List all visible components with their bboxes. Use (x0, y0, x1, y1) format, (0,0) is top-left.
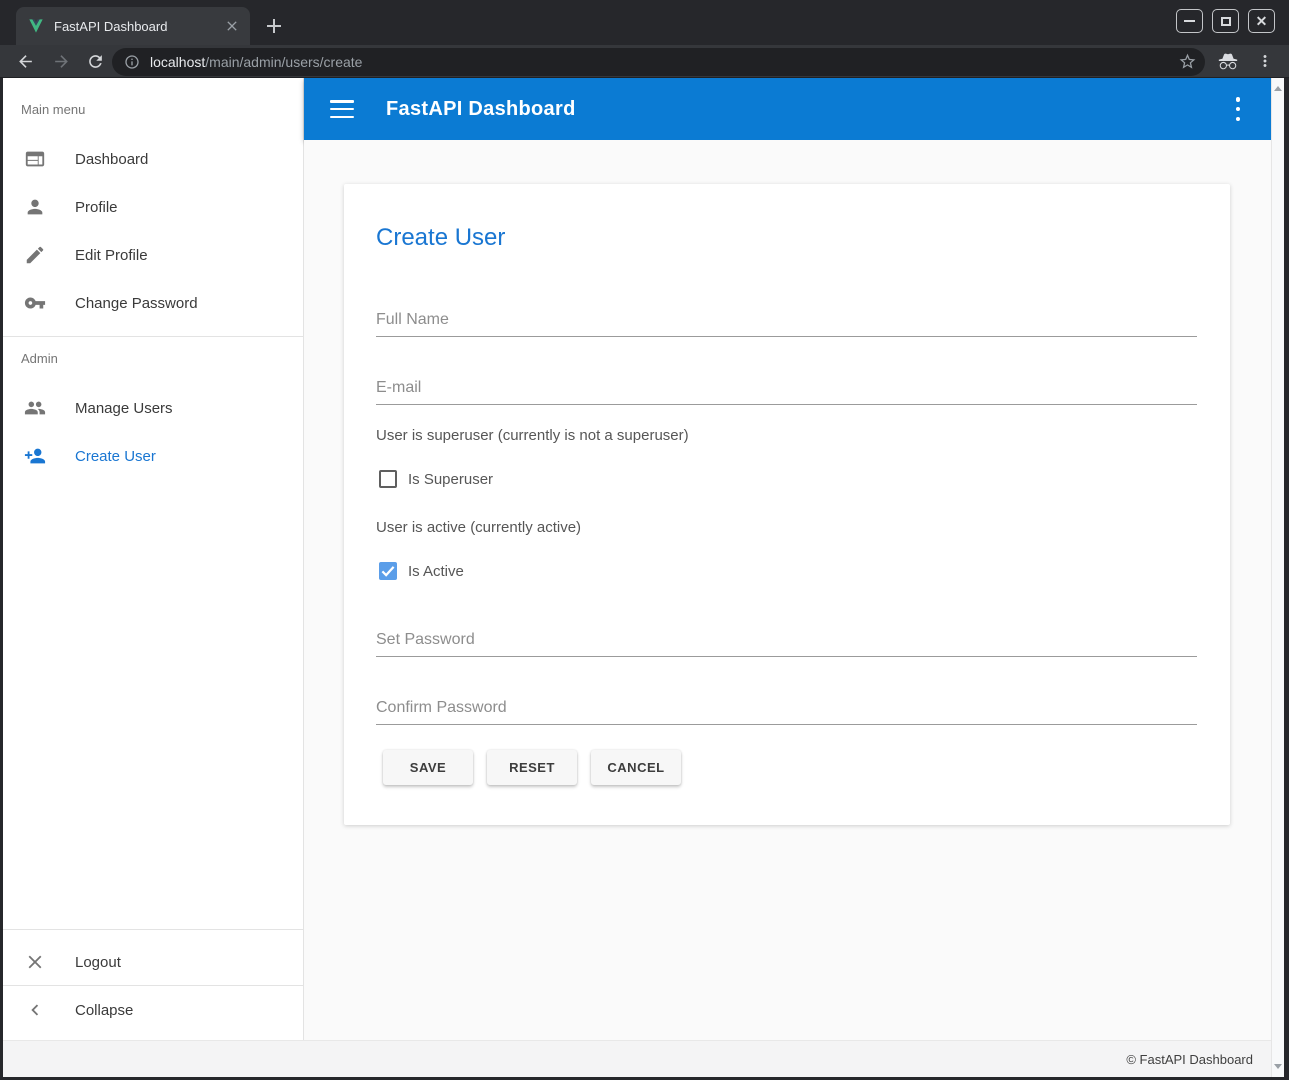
sidebar-item-collapse[interactable]: Collapse (3, 986, 303, 1034)
sidebar-item-profile[interactable]: Profile (3, 183, 303, 231)
sidebar-divider (3, 336, 303, 337)
sidebar-item-dashboard[interactable]: Dashboard (3, 135, 303, 183)
bookmark-star-icon[interactable] (1178, 52, 1197, 71)
window-minimize-button[interactable] (1176, 9, 1203, 33)
is-superuser-label: Is Superuser (408, 471, 493, 488)
sidebar-item-label: Change Password (75, 295, 198, 312)
active-hint: User is active (currently active) (376, 519, 581, 536)
sidebar-item-label: Collapse (75, 1002, 133, 1019)
site-info-icon[interactable] (124, 54, 140, 70)
app-menu-kebab-icon[interactable] (1235, 97, 1241, 121)
key-icon (24, 292, 46, 314)
cancel-button[interactable]: CANCEL (591, 750, 681, 785)
scroll-up-arrow-icon[interactable] (1274, 86, 1282, 91)
page-title: Create User (376, 224, 505, 252)
save-button[interactable]: SAVE (383, 750, 473, 785)
browser-tab-strip: FastAPI Dashboard ✕ (0, 0, 1289, 45)
page-footer: © FastAPI Dashboard (3, 1040, 1271, 1077)
browser-window: FastAPI Dashboard ✕ localhost/main/admin… (0, 0, 1289, 1080)
person-icon (24, 196, 46, 218)
url-path: /main/admin/users/create (205, 54, 362, 70)
sidebar-item-label: Manage Users (75, 400, 173, 417)
sidebar-item-logout[interactable]: Logout (3, 938, 303, 986)
browser-tab[interactable]: FastAPI Dashboard (16, 7, 250, 45)
close-icon: ✕ (1256, 14, 1268, 28)
window-controls: ✕ (1176, 9, 1275, 33)
dashboard-icon (24, 148, 46, 170)
window-close-button[interactable]: ✕ (1248, 9, 1275, 33)
sidebar: Main menu Dashboard Profile Edit Profile (3, 78, 304, 1040)
page-scrollbar[interactable] (1271, 78, 1284, 1077)
chevron-left-icon (24, 999, 46, 1021)
pencil-icon (24, 244, 46, 266)
email-input[interactable] (376, 371, 1197, 405)
browser-menu-icon[interactable] (1256, 52, 1274, 70)
sidebar-item-label: Logout (75, 954, 121, 971)
sidebar-item-change-password[interactable]: Change Password (3, 279, 303, 327)
sidebar-section-main-menu: Main menu (21, 102, 85, 117)
confirm-password-input[interactable] (376, 691, 1197, 725)
is-superuser-checkbox[interactable] (379, 470, 397, 488)
sidebar-item-label: Profile (75, 199, 118, 216)
app-title: FastAPI Dashboard (386, 98, 576, 121)
menu-hamburger-icon[interactable] (330, 100, 354, 118)
forward-icon[interactable] (52, 52, 71, 71)
incognito-icon[interactable] (1216, 50, 1240, 72)
new-tab-button[interactable] (262, 14, 286, 38)
reset-button[interactable]: RESET (487, 750, 577, 785)
copyright-text: © FastAPI Dashboard (1126, 1052, 1253, 1067)
is-superuser-checkbox-row: Is Superuser (379, 470, 493, 488)
tab-title: FastAPI Dashboard (54, 19, 224, 34)
sidebar-item-manage-users[interactable]: Manage Users (3, 384, 303, 432)
app-bar: FastAPI Dashboard (304, 78, 1271, 140)
sidebar-item-label: Dashboard (75, 151, 148, 168)
tab-close-icon[interactable] (224, 18, 240, 34)
url-text: localhost/main/admin/users/create (150, 54, 362, 70)
full-name-input[interactable] (376, 303, 1197, 337)
sidebar-section-admin: Admin (21, 351, 58, 366)
back-icon[interactable] (16, 52, 35, 71)
create-user-card: Create User User is superuser (currently… (344, 184, 1230, 825)
sidebar-item-label: Create User (75, 448, 156, 465)
window-maximize-button[interactable] (1212, 9, 1239, 33)
app-page: Main menu Dashboard Profile Edit Profile (3, 78, 1284, 1077)
is-active-checkbox-row: Is Active (379, 562, 464, 580)
set-password-input[interactable] (376, 623, 1197, 657)
scroll-down-arrow-icon[interactable] (1274, 1064, 1282, 1069)
vue-logo-icon (28, 18, 44, 34)
people-icon (24, 397, 46, 419)
url-bar[interactable]: localhost/main/admin/users/create (112, 48, 1205, 76)
sidebar-divider (3, 929, 303, 930)
person-add-icon (24, 445, 46, 467)
main-content: Create User User is superuser (currently… (304, 140, 1271, 1039)
reload-icon[interactable] (86, 52, 105, 71)
sidebar-item-edit-profile[interactable]: Edit Profile (3, 231, 303, 279)
sidebar-item-label: Edit Profile (75, 247, 148, 264)
maximize-icon (1221, 17, 1231, 26)
form-actions: SAVE RESET CANCEL (383, 750, 681, 785)
close-x-icon (24, 951, 46, 973)
sidebar-item-create-user[interactable]: Create User (3, 432, 303, 480)
is-active-checkbox[interactable] (379, 562, 397, 580)
superuser-hint: User is superuser (currently is not a su… (376, 427, 689, 444)
url-host: localhost (150, 54, 205, 70)
is-active-label: Is Active (408, 563, 464, 580)
minimize-icon (1184, 20, 1195, 22)
